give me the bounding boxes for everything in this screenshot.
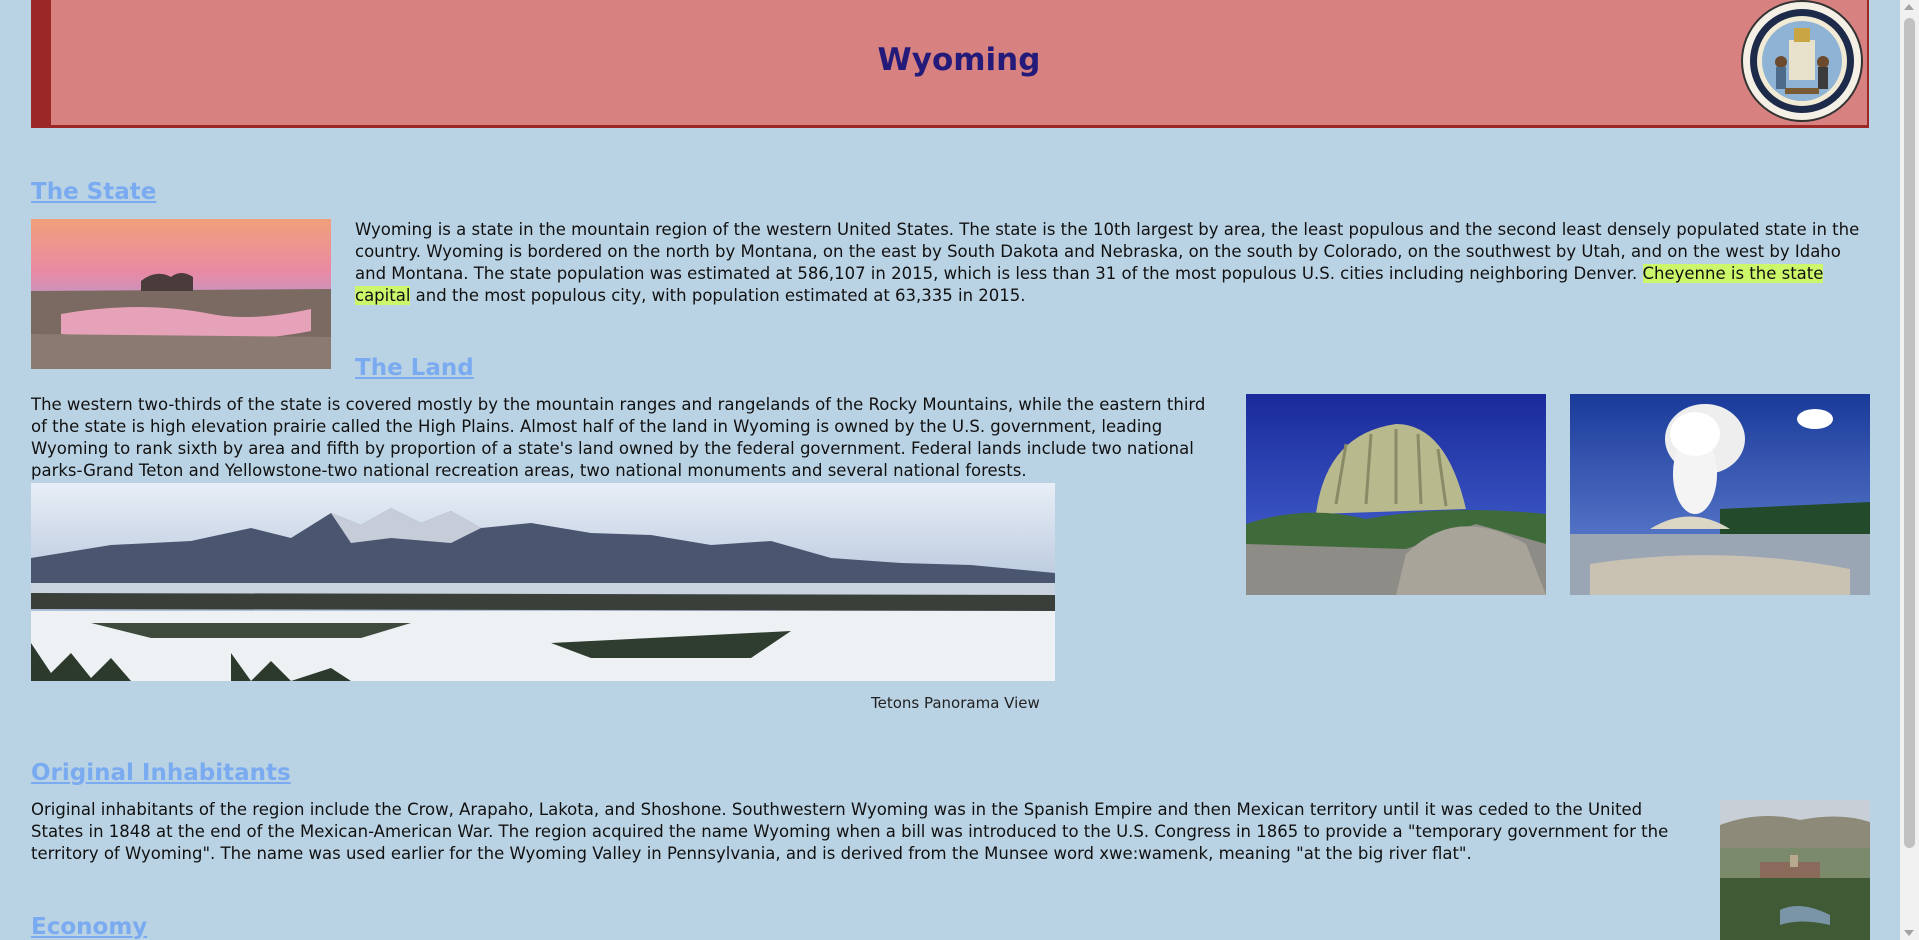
state-seal-icon bbox=[1741, 0, 1863, 122]
inhabitants-paragraph: Original inhabitants of the region inclu… bbox=[31, 800, 1669, 863]
scroll-thumb[interactable] bbox=[1904, 18, 1915, 848]
page-header: Wyoming bbox=[31, 0, 1869, 128]
scroll-down-arrow-icon[interactable] bbox=[1904, 930, 1914, 936]
state-paragraph: Wyoming is a state in the mountain regio… bbox=[355, 219, 1870, 307]
page-title: Wyoming bbox=[877, 42, 1041, 78]
land-paragraph: The western two-thirds of the state is c… bbox=[31, 395, 1206, 480]
tetons-panorama-image bbox=[31, 483, 1055, 681]
sunset-river-image bbox=[31, 219, 331, 369]
devils-tower-image bbox=[1246, 394, 1546, 595]
section-title-the-land[interactable]: The Land bbox=[355, 355, 474, 381]
state-text-end: and the most populous city, with populat… bbox=[410, 286, 1026, 305]
panorama-caption: Tetons Panorama View bbox=[871, 694, 1040, 712]
page-scrollbar[interactable] bbox=[1900, 0, 1919, 940]
page: Wyoming The State Wyoming is a state in … bbox=[0, 0, 1900, 940]
geyser-image bbox=[1570, 394, 1870, 595]
cheyenne-city-image bbox=[1720, 800, 1870, 940]
section-title-economy[interactable]: Economy bbox=[31, 914, 147, 940]
section-title-original-inhabitants[interactable]: Original Inhabitants bbox=[31, 760, 291, 786]
scroll-up-arrow-icon[interactable] bbox=[1904, 4, 1914, 10]
section-title-the-state[interactable]: The State bbox=[31, 179, 156, 205]
state-text: Wyoming is a state in the mountain regio… bbox=[355, 220, 1860, 283]
